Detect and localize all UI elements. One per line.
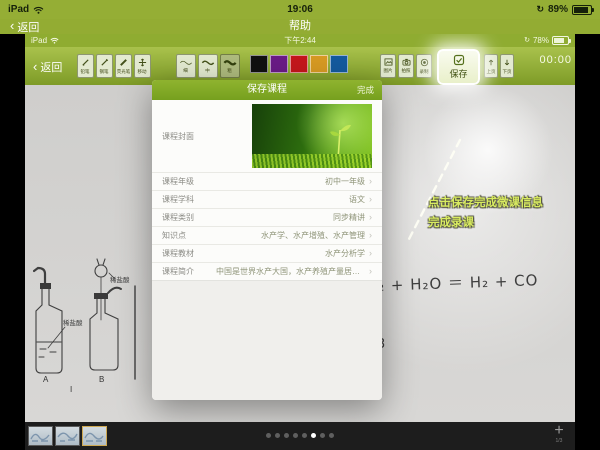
inner-back-button[interactable]: ‹ 返回 xyxy=(33,59,62,75)
plus-icon: + xyxy=(547,424,571,438)
page-dot[interactable] xyxy=(266,433,271,438)
checkbox-check-icon xyxy=(453,54,465,66)
form-row-category[interactable]: 课程类别 同步精讲 › xyxy=(152,208,382,226)
page-indicator: 1/3 xyxy=(547,438,571,444)
tool-pen[interactable]: 钢笔 xyxy=(96,54,113,78)
annotation-line2: 完成录课 xyxy=(428,213,543,233)
outer-clock: 19:06 xyxy=(0,4,600,15)
annotation-line1: 点击保存完成微课信息 xyxy=(428,193,543,213)
dialog-done-button[interactable]: 完成 xyxy=(357,80,374,100)
thumbnail-sketch xyxy=(83,427,106,445)
tool-camera[interactable]: 拍照 xyxy=(398,54,414,78)
page-bottom-bar: + 1/3 xyxy=(25,422,575,450)
tool-insert-image[interactable]: 图片 xyxy=(380,54,396,78)
page-dot[interactable] xyxy=(284,433,289,438)
tutorial-annotation: 点击保存完成微课信息 完成录课 xyxy=(428,193,543,233)
medium-wave-icon xyxy=(201,58,215,66)
highlighter-icon xyxy=(119,58,128,67)
recording-timer: 00:00 xyxy=(539,54,572,66)
help-screenshot: iPad 下午2:44 ↻ 78% ‹ 返回 铅笔 钢笔 荧光笔 xyxy=(25,34,575,450)
camera-icon xyxy=(402,58,411,66)
stroke-thin-button[interactable]: 细 xyxy=(176,54,196,78)
chevron-right-icon: › xyxy=(365,213,372,222)
dialog-header: 保存课程 完成 xyxy=(152,80,382,100)
bottle-b-label: B xyxy=(99,375,104,384)
arrow-up-icon xyxy=(487,58,495,67)
form-row-subject[interactable]: 课程学科 语文 › xyxy=(152,190,382,208)
page-dot[interactable] xyxy=(320,433,325,438)
chemistry-diagram: 稀盐酸 稀盐酸 A B I xyxy=(33,245,163,395)
reagent-label-b: 稀盐酸 xyxy=(110,275,130,284)
dialog-title: 保存课程 xyxy=(152,80,382,100)
image-icon xyxy=(384,58,393,66)
page-thumbnails xyxy=(28,426,107,446)
tool-prev-page[interactable]: 上页 xyxy=(484,54,498,78)
chevron-right-icon: › xyxy=(365,231,372,240)
form-row-grade[interactable]: 课程年级 初中一年级 › xyxy=(152,172,382,190)
tool-next-page[interactable]: 下页 xyxy=(500,54,514,78)
page-thumbnail-selected[interactable] xyxy=(82,426,107,446)
seedling-graphic xyxy=(252,104,372,168)
inner-battery-icon xyxy=(552,36,569,45)
color-swatch-orange[interactable] xyxy=(310,55,328,73)
bottle-a-label: A xyxy=(43,375,49,384)
move-icon xyxy=(138,58,147,67)
form-row-intro[interactable]: 课程简介 中国是世界水产大国，水产养殖产量居于世界第一位，水产…… › xyxy=(152,262,382,280)
inner-status-bar: iPad 下午2:44 ↻ 78% xyxy=(25,34,575,47)
thick-wave-icon xyxy=(223,58,237,66)
form-row-knowledge-points[interactable]: 知识点 水产学、水产增殖、水产管理 › xyxy=(152,226,382,244)
page-title: 帮助 xyxy=(0,19,600,34)
page-dots xyxy=(266,433,334,438)
add-page-button[interactable]: + 1/3 xyxy=(547,424,571,444)
dialog-footer-area xyxy=(152,280,382,400)
color-swatch-purple[interactable] xyxy=(270,55,288,73)
tool-record[interactable]: 录制 xyxy=(416,54,432,78)
handwritten-equation: ₂ + H₂O ＝ H₂ + CO xyxy=(378,269,539,296)
page-thumbnail[interactable] xyxy=(55,426,80,446)
save-course-dialog: 保存课程 完成 课程封面 课程年级 初中一年级 › 课程学科 语文 › 课程类别 xyxy=(152,80,382,400)
color-swatch-black[interactable] xyxy=(250,55,268,73)
outer-status-bar: iPad 19:06 ↻ 89% xyxy=(0,0,600,19)
reagent-label-a: 稀盐酸 xyxy=(63,318,83,327)
outer-nav-bar: ‹ 返回 帮助 xyxy=(0,19,600,34)
chevron-right-icon: › xyxy=(365,267,372,276)
inner-back-chevron-icon: ‹ xyxy=(33,60,37,73)
record-icon xyxy=(420,58,429,67)
page-dot[interactable] xyxy=(302,433,307,438)
course-cover-image[interactable] xyxy=(252,104,372,168)
thumbnail-sketch xyxy=(29,427,52,445)
save-label: 保存 xyxy=(449,67,467,80)
page-dot[interactable] xyxy=(293,433,298,438)
arrow-down-icon xyxy=(503,58,511,67)
stroke-thick-button[interactable]: 粗 xyxy=(220,54,240,78)
color-swatch-red[interactable] xyxy=(290,55,308,73)
pencil-icon xyxy=(81,58,90,67)
inner-back-label: 返回 xyxy=(40,59,62,75)
pen-icon xyxy=(100,58,109,67)
stroke-medium-button[interactable]: 中 xyxy=(198,54,218,78)
inner-clock: 下午2:44 xyxy=(25,35,575,46)
page-dot[interactable] xyxy=(311,433,316,438)
save-button[interactable]: 保存 xyxy=(437,49,480,85)
thin-wave-icon xyxy=(179,58,193,66)
chevron-right-icon: › xyxy=(365,177,372,186)
group-numeral-label: I xyxy=(70,385,72,394)
tool-pencil[interactable]: 铅笔 xyxy=(77,54,94,78)
page-dot[interactable] xyxy=(329,433,334,438)
form-row-textbook[interactable]: 课程教材 水产分析学 › xyxy=(152,244,382,262)
chevron-right-icon: › xyxy=(365,249,372,258)
thumbnail-sketch xyxy=(56,427,79,445)
tool-highlighter[interactable]: 荧光笔 xyxy=(115,54,132,78)
form-row-cover[interactable]: 课程封面 xyxy=(152,100,382,172)
battery-icon xyxy=(572,5,592,15)
tool-move[interactable]: 移动 xyxy=(134,54,151,78)
page-thumbnail[interactable] xyxy=(28,426,53,446)
page-dot[interactable] xyxy=(275,433,280,438)
color-swatch-blue[interactable] xyxy=(330,55,348,73)
chevron-right-icon: › xyxy=(365,195,372,204)
